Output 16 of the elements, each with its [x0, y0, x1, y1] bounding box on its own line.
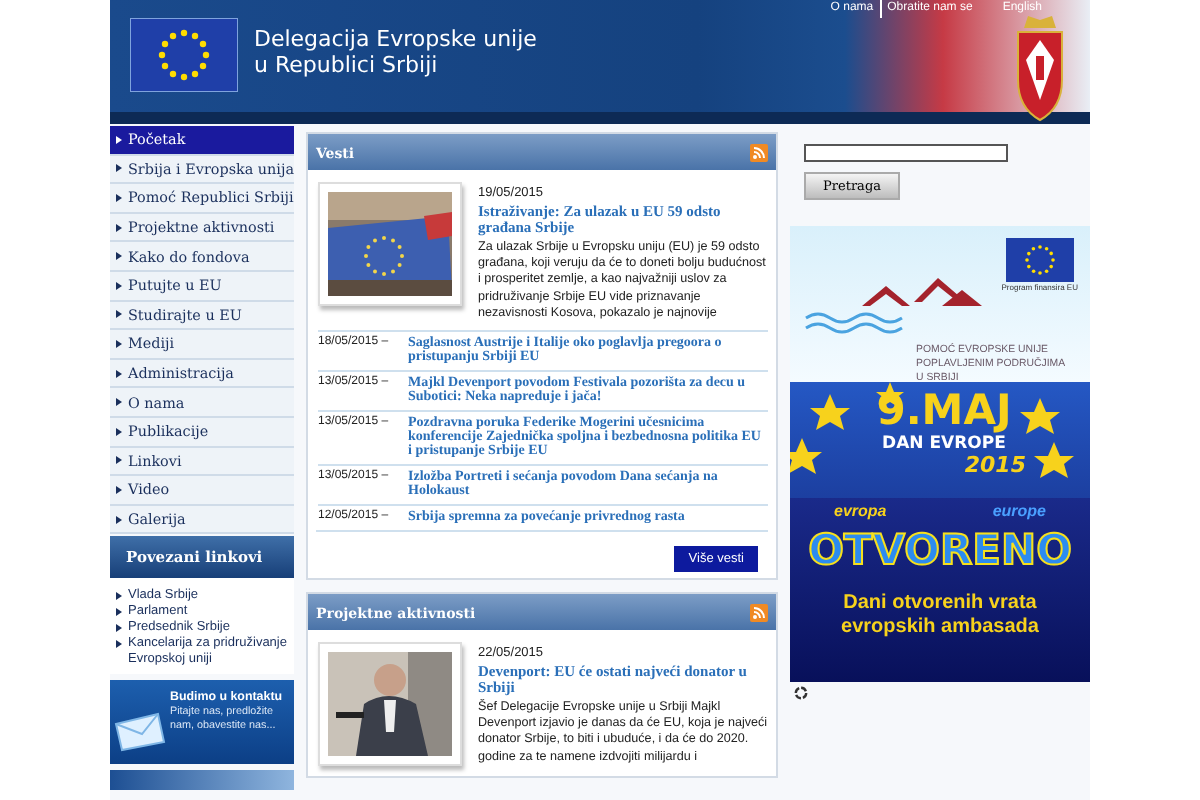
banner-text: europe	[992, 502, 1046, 520]
envelope-icon	[114, 712, 166, 753]
banner-text: DAN EVROPE	[882, 434, 1006, 454]
site-title: u Republici Srbiji	[254, 52, 440, 78]
open-doors-banner[interactable]: evropa europe OTVORENO Dani otvorenih vrata evropskih ambasada	[790, 498, 1090, 682]
site-title: Delegacija Evropske unije	[254, 26, 537, 52]
search-field[interactable]	[804, 144, 1008, 162]
eu-flag-icon	[130, 18, 238, 92]
banner-text: evropa	[834, 502, 887, 520]
banner-year: 2015	[964, 454, 1026, 478]
rss-icon	[750, 603, 768, 622]
loading-icon	[794, 686, 808, 700]
banner-heading: OTVORENO	[806, 524, 1074, 578]
rss-icon	[750, 143, 768, 161]
eu-flag-icon	[1005, 238, 1074, 282]
banner-text: Dani otvorenih vrata evropskih ambasada	[839, 592, 1041, 640]
